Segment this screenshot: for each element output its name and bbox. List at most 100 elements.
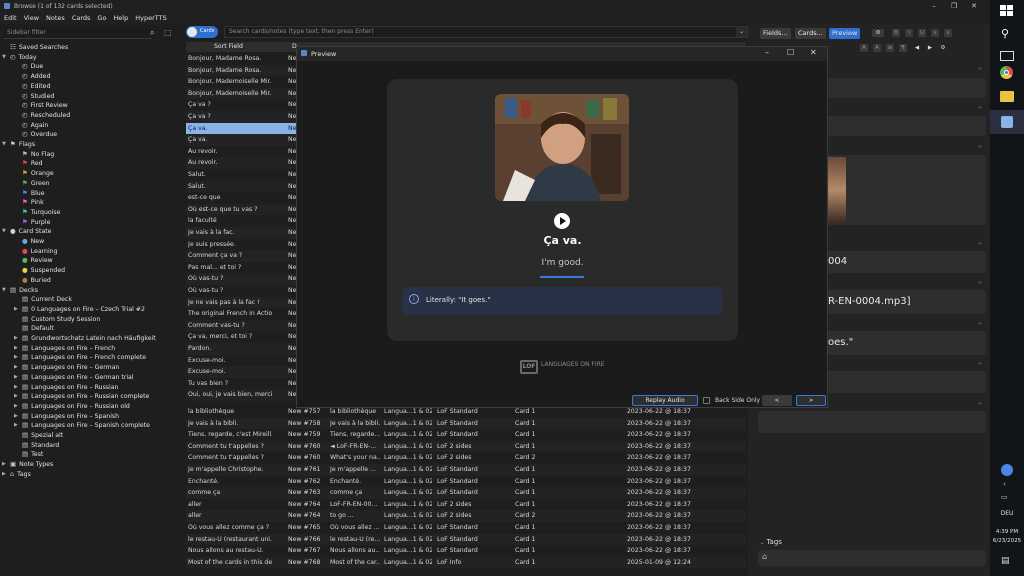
table-row[interactable]: aller New #764 to go ... Langua...1 & 02 LoF… (186, 510, 746, 522)
table-row[interactable]: Je vais à la bibli. New #758 Je vais à la … (186, 417, 746, 430)
menu-edit[interactable]: Edit (4, 12, 17, 24)
chrome-icon[interactable] (1000, 66, 1013, 79)
sidebar-item[interactable]: ▤ Current Deck (22, 295, 72, 305)
table-row[interactable]: comme ça New #763 comme ça Langua...1 & 02 L… (186, 487, 746, 499)
format-icon[interactable]: ¶ (899, 44, 907, 52)
list-icon[interactable]: ≡ (886, 44, 894, 52)
chevron-right-icon[interactable]: ▶ (14, 383, 18, 393)
play-button[interactable] (554, 213, 570, 229)
chevron-right-icon[interactable]: ▶ (14, 412, 18, 422)
chevron-right-icon[interactable]: ▶ (14, 421, 18, 431)
field-toggle-icon[interactable]: ‹› (978, 280, 982, 286)
sidebar-item[interactable]: ⚑ Turquoise (22, 208, 60, 218)
minimize-icon[interactable]: – (926, 1, 942, 11)
sidebar-item[interactable]: ▼ ⚑ Flags (2, 140, 35, 150)
sidebar-item[interactable]: ▶ ▤ Languages on Fire – Russian (14, 383, 118, 393)
table-row[interactable]: aller New #764 LoF-FR-EN-00... Langua...1 &… (186, 498, 746, 511)
bold-icon[interactable]: B (892, 29, 900, 37)
preview-button[interactable]: Preview (829, 28, 861, 39)
sidebar-item[interactable]: ⚑ No Flag (22, 150, 54, 160)
chevron-right-icon[interactable]: ▶ (14, 344, 18, 354)
clock-date[interactable]: 6/23/2025 (990, 538, 1024, 544)
chevron-down-icon[interactable]: ▼ (2, 286, 6, 296)
highlight-icon[interactable]: A (873, 44, 881, 52)
search-input[interactable]: Search cards/notes (type text, then pres… (224, 26, 748, 38)
cards-notes-toggle[interactable]: Cards (186, 26, 218, 38)
menu-notes[interactable]: Notes (46, 12, 65, 24)
table-row[interactable]: le restau-U (restaurant uni... New #766 le… (186, 533, 746, 546)
sidebar-item[interactable]: ⚑ Green (22, 179, 50, 189)
table-row[interactable]: Enchanté. New #762 Enchanté. Langua...1 & 0… (186, 475, 746, 488)
anki-taskbar-item[interactable] (990, 110, 1024, 134)
sidebar-item[interactable]: ● New (22, 237, 44, 247)
chevron-down-icon[interactable]: ▼ (2, 53, 6, 63)
italic-icon[interactable]: I (905, 29, 913, 37)
sidebar-item[interactable]: ⚑ Red (22, 159, 43, 169)
table-row[interactable]: Comment tu t'appelles ? New #760 What's yo… (186, 452, 746, 464)
menu-cards[interactable]: Cards (72, 12, 91, 24)
sidebar-item[interactable]: ▶ ▣ Note Types (2, 460, 53, 470)
sidebar-item[interactable]: ▶ ▤ Languages on Fire – Spanish (14, 412, 119, 422)
tags-input[interactable]: ⌂ (758, 550, 986, 566)
search-icon[interactable]: ⚲ (1001, 27, 1009, 40)
sidebar-item[interactable]: ● Suspended (22, 266, 65, 276)
superscript-icon[interactable]: x (931, 29, 939, 37)
sidebar-item[interactable]: ▶ ▤ Languages on Fire – German (14, 363, 119, 373)
settings-icon[interactable]: ⚙ (939, 44, 947, 52)
chevron-right-icon[interactable]: ▶ (2, 460, 6, 470)
task-view-icon[interactable] (1000, 51, 1014, 61)
sidebar-item[interactable]: ◴ Due (22, 62, 43, 72)
notification-center-icon[interactable]: ▤ (1001, 556, 1010, 566)
chevron-down-icon[interactable]: ▼ (2, 227, 6, 237)
sidebar-item[interactable]: ▤ Standard (22, 441, 59, 451)
close-icon[interactable]: ✕ (810, 48, 817, 57)
field-toggle-icon[interactable]: ‹› (978, 66, 982, 72)
sidebar-item[interactable]: ◴ Edited (22, 82, 50, 92)
minimize-icon[interactable]: – (765, 48, 769, 57)
notification-app-icon[interactable] (1001, 464, 1013, 476)
chevron-left-icon[interactable]: ‹ (1003, 480, 1006, 488)
sidebar-item[interactable]: ◴ First Review (22, 101, 68, 111)
menu-hypertts[interactable]: HyperTTS (135, 12, 166, 24)
clock-time[interactable]: 4:39 PM (990, 529, 1024, 535)
sidebar-item[interactable]: ● Review (22, 256, 53, 266)
chevron-right-icon[interactable]: ▶ (14, 392, 18, 402)
chevron-right-icon[interactable]: ▶ (14, 334, 18, 344)
sidebar-item[interactable]: ▶ ▤ Languages on Fire – German trial (14, 373, 134, 383)
menu-view[interactable]: View (24, 12, 39, 24)
chevron-right-icon[interactable]: ▶ (14, 353, 18, 363)
search-icon[interactable]: ⌕ (150, 28, 160, 38)
chevron-right-icon[interactable]: ▶ (14, 305, 18, 315)
sidebar-item[interactable]: ▤ Default (22, 324, 54, 334)
chevron-down-icon[interactable]: ⌄ (736, 27, 747, 37)
language-indicator[interactable]: DEU (990, 510, 1024, 517)
underline-icon[interactable]: U (918, 29, 926, 37)
maximize-icon[interactable]: ❐ (946, 1, 962, 11)
sidebar-item[interactable]: ▶ ▤ Languages on Fire – Russian complete (14, 392, 149, 402)
sidebar-item[interactable]: ▶ ▤ Grundwortschatz Latein nach Häufigkeit (14, 334, 156, 344)
back-side-only-checkbox[interactable] (703, 397, 710, 404)
sidebar-item[interactable]: ◴ Again (22, 121, 48, 131)
replay-audio-button[interactable]: Replay Audio (632, 395, 698, 406)
column-sort-field[interactable]: Sort Field (214, 43, 243, 50)
sidebar-item[interactable]: ▶ ▤ 0 Languages on Fire – Czech Trial #2 (14, 305, 145, 315)
menu-help[interactable]: Help (113, 12, 128, 24)
gear-icon[interactable]: ⚙ (872, 29, 884, 37)
sidebar-item[interactable]: ▶ ⌂ Tags (2, 470, 31, 480)
sidebar-item[interactable]: ⚑ Blue (22, 189, 45, 199)
field-toggle-icon[interactable]: ‹› (978, 361, 982, 367)
sidebar-item[interactable]: ◴ Added (22, 72, 50, 82)
field-toggle-icon[interactable]: ‹› (978, 401, 982, 407)
sidebar-item[interactable]: ▤ Spezial alt (22, 431, 63, 441)
menu-go[interactable]: Go (97, 12, 106, 24)
subscript-icon[interactable]: x (944, 29, 952, 37)
sidebar-item[interactable]: ▤ Test (22, 450, 43, 460)
chevron-down-icon[interactable]: ▼ (2, 140, 6, 150)
field-toggle-icon[interactable]: ‹› (978, 321, 982, 327)
sidebar-item[interactable]: ▼ ▤ Decks (2, 286, 38, 296)
sidebar-item[interactable]: ● Learning (22, 247, 58, 257)
chevron-right-icon[interactable]: ▶ (14, 402, 18, 412)
field-toggle-icon[interactable]: ‹› (978, 105, 982, 111)
sidebar-item[interactable]: ◴ Rescheduled (22, 111, 70, 121)
sidebar-item[interactable]: ▶ ▤ Languages on Fire – Spanish complete (14, 421, 150, 431)
